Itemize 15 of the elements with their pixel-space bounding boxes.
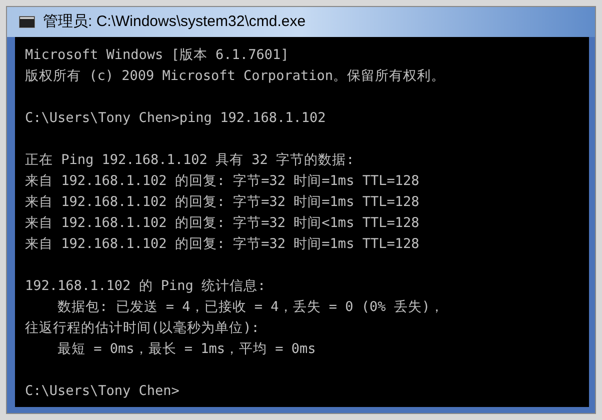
console-line: 往返行程的估计时间(以毫秒为单位): (25, 319, 260, 338)
console-icon (19, 16, 35, 28)
window-title: 管理员: C:\Windows\system32\cmd.exe (43, 12, 306, 32)
console-line: 来自 192.168.1.102 的回复: 字节=32 时间<1ms TTL=128 (25, 214, 420, 233)
console-line: Microsoft Windows [版本 6.1.7601] (25, 46, 289, 65)
console-line: 来自 192.168.1.102 的回复: 字节=32 时间=1ms TTL=128 (25, 235, 420, 254)
console-line: 来自 192.168.1.102 的回复: 字节=32 时间=1ms TTL=128 (25, 193, 420, 212)
console-line: 版权所有 (c) 2009 Microsoft Corporation。保留所有权利。 (25, 67, 445, 86)
console-line: C:\Users\Tony Chen> (25, 382, 180, 401)
console-line: 来自 192.168.1.102 的回复: 字节=32 时间=1ms TTL=128 (25, 172, 420, 191)
console-line: 数据包: 已发送 = 4，已接收 = 4，丢失 = 0 (0% 丢失)， (56, 298, 444, 317)
console-line: 最短 = 0ms，最长 = 1ms，平均 = 0ms (56, 340, 316, 359)
console-line: 正在 Ping 192.168.1.102 具有 32 字节的数据: (25, 151, 354, 170)
console-line: 192.168.1.102 的 Ping 统计信息: (25, 277, 266, 296)
console-line: C:\Users\Tony Chen>ping 192.168.1.102 (25, 109, 326, 128)
